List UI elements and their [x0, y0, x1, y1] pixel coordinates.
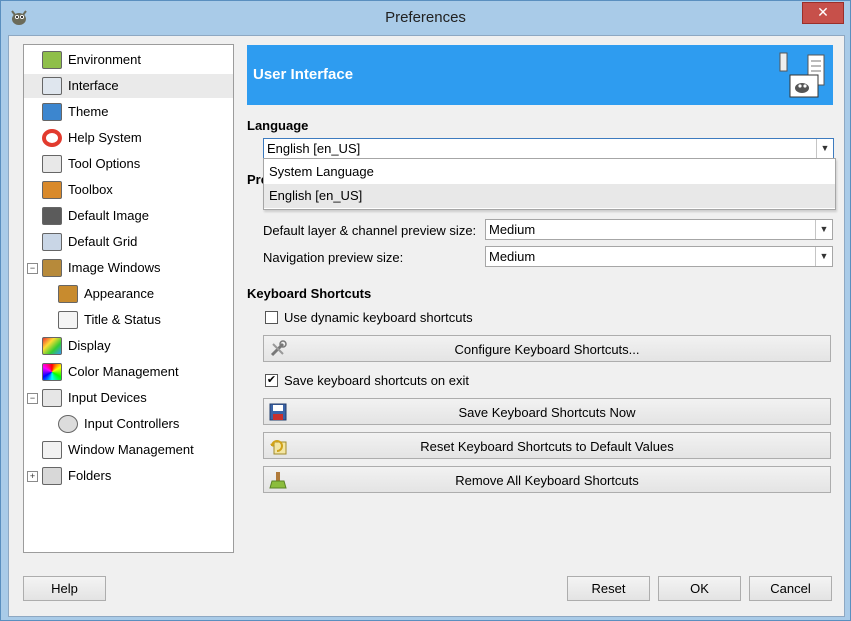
help-button[interactable]: Help	[23, 576, 106, 601]
sidebar-item-title-status[interactable]: Title & Status	[24, 308, 233, 332]
sidebar-item-label: Environment	[68, 52, 141, 67]
reset-shortcuts-button[interactable]: Reset Keyboard Shortcuts to Default Valu…	[263, 432, 831, 459]
language-dropdown-list[interactable]: System Language English [en_US]	[263, 158, 836, 210]
save-on-exit-label[interactable]: Save keyboard shortcuts on exit	[284, 373, 469, 388]
language-combo[interactable]: English [en_US] ▼	[263, 138, 834, 159]
toolbox-icon	[42, 181, 62, 199]
option-label: English [en_US]	[269, 188, 363, 203]
sidebar-item-label: Default Image	[68, 208, 149, 223]
display-icon	[42, 337, 62, 355]
page-header-banner: User Interface	[247, 45, 833, 105]
sidebar-item-default-grid[interactable]: Default Grid	[24, 230, 233, 254]
preferences-window: Preferences ✕ Environment Interface Them…	[0, 0, 851, 621]
title-status-icon	[58, 311, 78, 329]
tool-options-icon	[42, 155, 62, 173]
configure-shortcuts-label: Configure Keyboard Shortcuts...	[454, 342, 640, 357]
sidebar-item-label: Window Management	[68, 442, 194, 457]
ok-button[interactable]: OK	[658, 576, 741, 601]
sidebar-item-theme[interactable]: Theme	[24, 100, 233, 124]
navigation-preview-size-combo[interactable]: Medium ▼	[485, 246, 833, 267]
sidebar-item-label: Input Controllers	[84, 416, 180, 431]
sidebar-item-window-management[interactable]: Window Management	[24, 438, 233, 462]
remove-all-shortcuts-label: Remove All Keyboard Shortcuts	[455, 473, 639, 488]
theme-icon	[42, 103, 62, 121]
cancel-button[interactable]: Cancel	[749, 576, 832, 601]
chevron-down-icon[interactable]: ▼	[816, 139, 833, 158]
expand-icon[interactable]: +	[27, 471, 38, 482]
keyboard-shortcuts-section-title: Keyboard Shortcuts	[247, 286, 372, 301]
language-option-system[interactable]: System Language	[264, 160, 835, 184]
input-devices-icon	[42, 389, 62, 407]
close-icon: ✕	[817, 4, 829, 20]
sidebar-item-environment[interactable]: Environment	[24, 48, 233, 72]
sidebar-item-label: Display	[68, 338, 111, 353]
language-option-english-us[interactable]: English [en_US]	[264, 184, 835, 208]
save-on-exit-checkbox[interactable]: ✔	[265, 374, 278, 387]
appearance-icon	[58, 285, 78, 303]
navigation-preview-size-value: Medium	[489, 249, 536, 264]
sidebar-item-label: Help System	[68, 130, 142, 145]
reset-button[interactable]: Reset	[567, 576, 650, 601]
dynamic-shortcuts-label[interactable]: Use dynamic keyboard shortcuts	[284, 310, 473, 325]
collapse-icon[interactable]: −	[27, 393, 38, 404]
sidebar-item-interface[interactable]: Interface	[24, 74, 233, 98]
sidebar-item-default-image[interactable]: Default Image	[24, 204, 233, 228]
page-title: User Interface	[253, 66, 354, 83]
sidebar-item-appearance[interactable]: Appearance	[24, 282, 233, 306]
sidebar-item-help-system[interactable]: Help System	[24, 126, 233, 150]
configure-shortcuts-button[interactable]: Configure Keyboard Shortcuts...	[263, 335, 831, 362]
title-bar[interactable]: Preferences ✕	[1, 1, 850, 34]
color-management-icon	[42, 363, 62, 381]
sidebar-item-input-devices[interactable]: − Input Devices	[24, 386, 233, 410]
sidebar-item-label: Color Management	[68, 364, 179, 379]
sidebar-item-label: Title & Status	[84, 312, 161, 327]
default-image-icon	[42, 207, 62, 225]
input-controllers-icon	[58, 415, 78, 433]
sidebar-item-tool-options[interactable]: Tool Options	[24, 152, 233, 176]
folders-icon	[42, 467, 62, 485]
help-system-icon	[42, 129, 62, 147]
save-shortcuts-now-button[interactable]: Save Keyboard Shortcuts Now	[263, 398, 831, 425]
sidebar-item-label: Image Windows	[68, 260, 161, 275]
layer-preview-size-combo[interactable]: Medium ▼	[485, 219, 833, 240]
layer-preview-size-label: Default layer & channel preview size:	[263, 223, 477, 238]
sidebar-item-label: Toolbox	[68, 182, 113, 197]
default-grid-icon	[42, 233, 62, 251]
sidebar-item-label: Default Grid	[68, 234, 138, 249]
sidebar-item-label: Interface	[68, 78, 119, 93]
sidebar-item-display[interactable]: Display	[24, 334, 233, 358]
sidebar-item-folders[interactable]: + Folders	[24, 464, 233, 488]
dynamic-shortcuts-checkbox[interactable]	[265, 311, 278, 324]
language-section-title: Language	[247, 118, 309, 133]
close-button[interactable]: ✕	[802, 2, 844, 24]
save-shortcuts-now-label: Save Keyboard Shortcuts Now	[458, 405, 636, 420]
chevron-down-icon[interactable]: ▼	[815, 247, 832, 266]
preferences-category-tree[interactable]: Environment Interface Theme Help System …	[23, 44, 234, 553]
sidebar-item-label: Theme	[68, 104, 109, 119]
sidebar-item-label: Input Devices	[68, 390, 147, 405]
sidebar-item-input-controllers[interactable]: Input Controllers	[24, 412, 233, 436]
layer-preview-size-value: Medium	[489, 222, 536, 237]
collapse-icon[interactable]: −	[27, 263, 38, 274]
reset-shortcuts-label: Reset Keyboard Shortcuts to Default Valu…	[420, 439, 674, 454]
sidebar-item-label: Folders	[68, 468, 112, 483]
sidebar-item-image-windows[interactable]: − Image Windows	[24, 256, 233, 280]
window-title: Preferences	[385, 9, 466, 26]
window-management-icon	[42, 441, 62, 459]
sidebar-item-color-management[interactable]: Color Management	[24, 360, 233, 384]
remove-all-shortcuts-button[interactable]: Remove All Keyboard Shortcuts	[263, 466, 831, 493]
language-combo-value: English [en_US]	[267, 141, 361, 156]
dialog-body: Environment Interface Theme Help System …	[8, 35, 845, 617]
chevron-down-icon[interactable]: ▼	[815, 220, 832, 239]
interface-icon	[42, 77, 62, 95]
sidebar-item-toolbox[interactable]: Toolbox	[24, 178, 233, 202]
gimp-interface-icon	[779, 52, 825, 98]
environment-icon	[42, 51, 62, 69]
image-windows-icon	[42, 259, 62, 277]
sidebar-item-label: Appearance	[84, 286, 155, 301]
sidebar-item-label: Tool Options	[68, 156, 141, 171]
option-label: System Language	[269, 164, 374, 179]
navigation-preview-size-label: Navigation preview size:	[263, 250, 404, 265]
